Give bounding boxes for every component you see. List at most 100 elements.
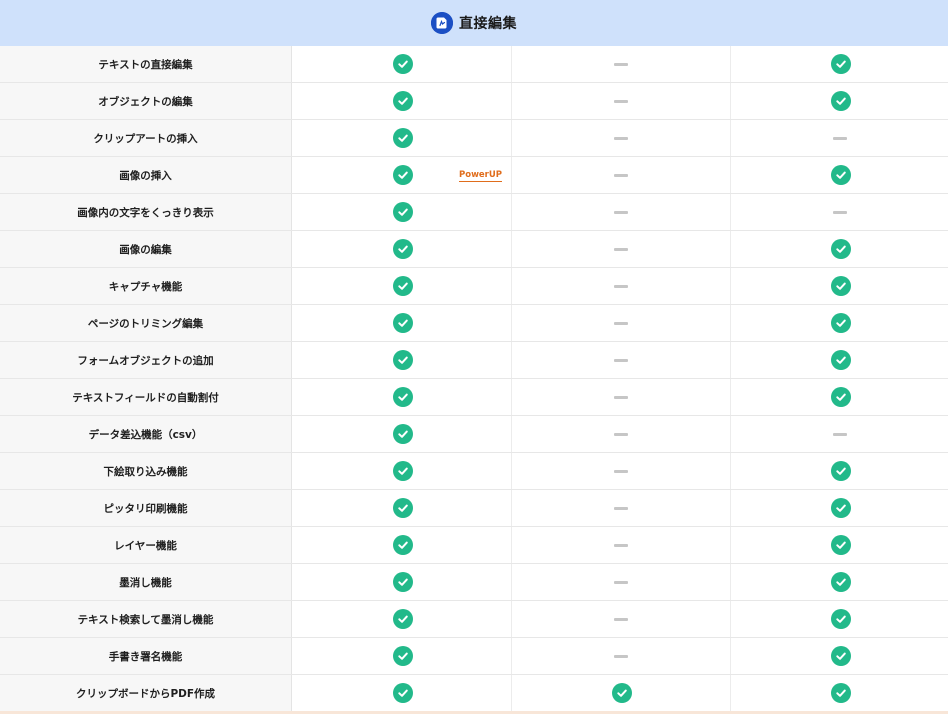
column-3-cell — [731, 490, 948, 526]
dash-icon — [614, 99, 628, 103]
check-circle-icon — [612, 683, 632, 703]
check-circle-icon — [392, 91, 413, 111]
check-circle-icon — [830, 91, 851, 111]
table-row: キャプチャ機能 — [0, 268, 948, 305]
column-1-cell — [292, 638, 512, 674]
check-circle-icon — [392, 276, 413, 296]
column-1-cell — [292, 268, 512, 304]
column-2-cell — [512, 564, 731, 600]
feature-label: 手書き署名機能 — [0, 638, 292, 674]
column-2-cell — [512, 157, 731, 193]
check-circle-icon — [392, 313, 413, 333]
column-2-cell — [512, 342, 731, 378]
column-3-cell — [731, 342, 948, 378]
check-circle-icon — [830, 572, 851, 592]
column-1-cell — [292, 601, 512, 637]
feature-label: クリップアートの挿入 — [0, 120, 292, 156]
table-row: 画像の挿入 PowerUP — [0, 157, 948, 194]
column-3-cell — [731, 601, 948, 637]
dash-icon — [614, 358, 628, 362]
dash-icon — [614, 432, 628, 436]
check-circle-icon — [830, 609, 851, 629]
table-row: テキストの直接編集 — [0, 46, 948, 83]
feature-label: データ差込機能（csv） — [0, 416, 292, 452]
column-1-cell — [292, 120, 512, 156]
check-circle-icon — [392, 54, 413, 74]
check-circle-icon — [392, 387, 413, 407]
dash-icon — [614, 506, 628, 510]
check-circle-icon — [392, 646, 413, 666]
table-row: フォームオブジェクトの追加 — [0, 342, 948, 379]
column-3-cell — [731, 194, 948, 230]
table-row: ページのトリミング編集 — [0, 305, 948, 342]
check-circle-icon — [830, 535, 851, 555]
check-circle-icon — [830, 646, 851, 666]
dash-icon — [614, 62, 628, 66]
table-row: オブジェクトの編集 — [0, 83, 948, 120]
column-2-cell — [512, 305, 731, 341]
feature-label: クリップボードからPDF作成 — [0, 675, 292, 711]
column-3-cell — [731, 638, 948, 674]
column-3-cell — [731, 83, 948, 119]
column-3-cell — [731, 564, 948, 600]
feature-label: 画像の挿入 — [0, 157, 292, 193]
table-row: 墨消し機能 — [0, 564, 948, 601]
dash-icon — [614, 580, 628, 584]
check-circle-icon — [392, 535, 413, 555]
powerup-badge[interactable]: PowerUP — [459, 170, 503, 182]
check-circle-icon — [392, 498, 413, 518]
table-row: 手書き署名機能 — [0, 638, 948, 675]
check-circle-icon — [392, 461, 413, 481]
column-3-cell — [731, 157, 948, 193]
check-circle-icon — [392, 350, 413, 370]
column-3-cell — [731, 231, 948, 267]
check-circle-icon — [830, 498, 851, 518]
column-1-cell — [292, 527, 512, 563]
check-circle-icon — [830, 683, 851, 703]
check-circle-icon — [392, 239, 413, 259]
check-circle-icon — [830, 276, 851, 296]
column-1-cell — [292, 46, 512, 82]
column-1-cell — [292, 342, 512, 378]
feature-label: テキストの直接編集 — [0, 46, 292, 82]
dash-icon — [614, 136, 628, 140]
column-2-cell — [512, 638, 731, 674]
column-3-cell — [731, 453, 948, 489]
column-3-cell — [731, 46, 948, 82]
column-2-cell — [512, 46, 731, 82]
table-row: テキスト検索して墨消し機能 — [0, 601, 948, 638]
column-1-cell — [292, 305, 512, 341]
dash-icon — [614, 210, 628, 214]
dash-icon — [614, 395, 628, 399]
column-3-cell — [731, 305, 948, 341]
check-circle-icon — [830, 350, 851, 370]
feature-label: フォームオブジェクトの追加 — [0, 342, 292, 378]
table-row: テキストフィールドの自動割付 — [0, 379, 948, 416]
column-3-cell — [731, 120, 948, 156]
column-2-cell — [512, 416, 731, 452]
feature-label: 画像の編集 — [0, 231, 292, 267]
app-logo-icon — [431, 12, 453, 34]
dash-icon — [832, 136, 847, 140]
feature-label: ピッタリ印刷機能 — [0, 490, 292, 526]
table-row: クリップボードからPDF作成 — [0, 675, 948, 714]
dash-icon — [614, 247, 628, 251]
check-circle-icon — [392, 609, 413, 629]
column-2-cell — [512, 379, 731, 415]
column-3-cell — [731, 675, 948, 711]
section-header-content: 直接編集 — [431, 12, 517, 34]
column-1-cell — [292, 416, 512, 452]
column-2-cell — [512, 527, 731, 563]
feature-label: オブジェクトの編集 — [0, 83, 292, 119]
column-1-cell — [292, 490, 512, 526]
section-title: 直接編集 — [459, 16, 517, 32]
column-1-cell — [292, 564, 512, 600]
column-1-cell: PowerUP — [292, 157, 512, 193]
column-2-cell — [512, 268, 731, 304]
feature-label: キャプチャ機能 — [0, 268, 292, 304]
table-row: レイヤー機能 — [0, 527, 948, 564]
table-row: ピッタリ印刷機能 — [0, 490, 948, 527]
dash-icon — [614, 173, 628, 177]
column-2-cell — [512, 120, 731, 156]
section-header: 直接編集 — [0, 0, 948, 46]
